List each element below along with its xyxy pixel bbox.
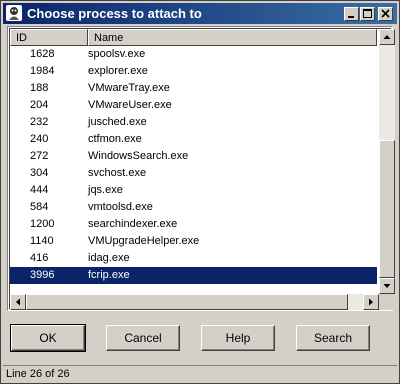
process-name: searchindexer.exe bbox=[88, 218, 178, 230]
process-id: 1628 bbox=[30, 48, 55, 60]
arrow-up-icon bbox=[383, 35, 391, 39]
close-icon bbox=[381, 9, 390, 18]
process-name: fcrip.exe bbox=[88, 269, 130, 281]
attach-process-dialog: Choose process to attach to ID Name 1628… bbox=[0, 0, 400, 384]
process-row[interactable]: 304 svchost.exe bbox=[10, 165, 377, 182]
process-id: 188 bbox=[30, 82, 49, 94]
title-bar[interactable]: Choose process to attach to bbox=[3, 3, 397, 24]
process-row[interactable]: 1628 spoolsv.exe bbox=[10, 46, 377, 63]
process-row[interactable]: 1984 explorer.exe bbox=[10, 63, 377, 80]
process-row[interactable]: 272 WindowsSearch.exe bbox=[10, 148, 377, 165]
process-id: 3996 bbox=[30, 269, 55, 281]
column-header-name[interactable]: Name bbox=[88, 29, 377, 46]
arrow-right-icon bbox=[369, 298, 373, 306]
minimize-button[interactable] bbox=[344, 7, 359, 21]
process-row[interactable]: 232 jusched.exe bbox=[10, 114, 377, 131]
process-name: svchost.exe bbox=[88, 167, 147, 179]
process-name: ctfmon.exe bbox=[88, 133, 142, 145]
help-button[interactable]: Help bbox=[201, 325, 275, 351]
process-id: 416 bbox=[30, 252, 49, 264]
vertical-scrollbar[interactable] bbox=[379, 29, 395, 294]
window-title: Choose process to attach to bbox=[27, 6, 202, 21]
horizontal-scrollbar[interactable] bbox=[10, 294, 379, 310]
process-id: 304 bbox=[30, 167, 49, 179]
process-name: WindowsSearch.exe bbox=[88, 150, 189, 162]
process-row[interactable]: 188 VMwareTray.exe bbox=[10, 80, 377, 97]
process-rows: 1628 spoolsv.exe 1984 explorer.exe 188 VMware… bbox=[10, 46, 377, 284]
column-header-id[interactable]: ID bbox=[10, 29, 88, 46]
process-name: spoolsv.exe bbox=[88, 48, 146, 60]
process-row[interactable]: 444 jqs.exe bbox=[10, 182, 377, 199]
scrollbar-corner bbox=[379, 294, 395, 310]
search-button[interactable]: Search bbox=[296, 325, 370, 351]
process-row[interactable]: 240 ctfmon.exe bbox=[10, 131, 377, 148]
process-name: VMUpgradeHelper.exe bbox=[88, 235, 200, 247]
process-row[interactable]: 416 idag.exe bbox=[10, 250, 377, 267]
process-row[interactable]: 1140 VMUpgradeHelper.exe bbox=[10, 233, 377, 250]
process-id: 204 bbox=[30, 99, 49, 111]
process-name: VMwareTray.exe bbox=[88, 82, 170, 94]
process-name: vmtoolsd.exe bbox=[88, 201, 153, 213]
cancel-button[interactable]: Cancel bbox=[106, 325, 180, 351]
process-name: jqs.exe bbox=[88, 184, 123, 196]
process-list[interactable]: ID Name 1628 spoolsv.exe 1984 explorer.exe 1… bbox=[7, 26, 395, 311]
process-id: 584 bbox=[30, 201, 49, 213]
process-row[interactable]: 1200 searchindexer.exe bbox=[10, 216, 377, 233]
process-id: 272 bbox=[30, 150, 49, 162]
scroll-up-button[interactable] bbox=[379, 29, 395, 45]
scroll-down-button[interactable] bbox=[379, 278, 395, 294]
process-name: jusched.exe bbox=[88, 116, 147, 128]
list-header: ID Name bbox=[10, 29, 377, 46]
process-id: 240 bbox=[30, 133, 49, 145]
debugger-app-icon[interactable] bbox=[6, 5, 22, 21]
status-bar: Line 26 of 26 bbox=[3, 365, 397, 382]
process-name: explorer.exe bbox=[88, 65, 148, 77]
maximize-button[interactable] bbox=[360, 7, 375, 21]
arrow-left-icon bbox=[16, 298, 20, 306]
process-id: 1200 bbox=[30, 218, 55, 230]
process-row[interactable]: 204 VMwareUser.exe bbox=[10, 97, 377, 114]
process-name: idag.exe bbox=[88, 252, 130, 264]
process-name: VMwareUser.exe bbox=[88, 99, 172, 111]
process-id: 1984 bbox=[30, 65, 55, 77]
ok-button[interactable]: OK bbox=[10, 324, 86, 352]
scroll-right-button[interactable] bbox=[363, 294, 379, 310]
process-row[interactable]: 584 vmtoolsd.exe bbox=[10, 199, 377, 216]
minimize-icon bbox=[348, 16, 354, 18]
process-row[interactable]: 3996 fcrip.exe bbox=[10, 267, 377, 284]
process-id: 1140 bbox=[30, 235, 54, 247]
process-id: 232 bbox=[30, 116, 49, 128]
close-button[interactable] bbox=[378, 7, 393, 21]
arrow-down-icon bbox=[383, 284, 391, 288]
vertical-scroll-thumb[interactable] bbox=[379, 140, 395, 278]
process-id: 444 bbox=[30, 184, 49, 196]
maximize-icon bbox=[363, 9, 372, 18]
scroll-left-button[interactable] bbox=[10, 294, 26, 310]
horizontal-scroll-thumb[interactable] bbox=[26, 294, 348, 310]
